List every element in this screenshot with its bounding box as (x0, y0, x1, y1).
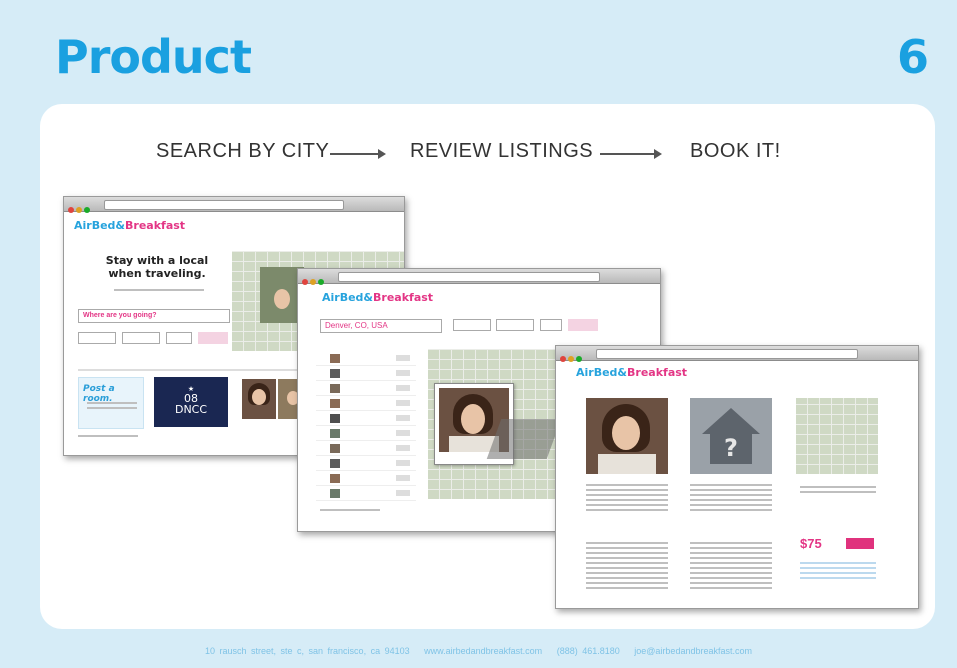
brand-logo: AirBed&Breakfast (74, 219, 186, 232)
guests-field[interactable] (166, 332, 192, 344)
host-photo (586, 398, 668, 474)
post-room-box[interactable]: Post a room. (78, 377, 144, 429)
guests-field[interactable] (540, 319, 562, 331)
svg-text:?: ? (724, 434, 738, 462)
footer-address: 10 rausch street, ste c, san francisco, … (205, 646, 410, 656)
house-placeholder-icon: ? (690, 398, 772, 474)
dnc-banner[interactable]: ★ 08 DNCC (154, 377, 228, 427)
city-input[interactable]: Denver, CO, USA (320, 319, 442, 333)
list-item[interactable] (316, 441, 416, 456)
host-photo (242, 379, 276, 419)
list-item[interactable] (316, 471, 416, 486)
list-item[interactable] (316, 486, 416, 501)
search-button[interactable] (568, 319, 598, 331)
list-item[interactable] (316, 351, 416, 366)
list-item[interactable] (316, 456, 416, 471)
browser-chrome (64, 197, 404, 213)
arrow-icon (330, 149, 386, 159)
step-book-it: BOOK IT! (690, 140, 781, 162)
list-item[interactable] (316, 411, 416, 426)
brand-logo: AirBed&Breakfast (576, 366, 688, 379)
list-item[interactable] (316, 426, 416, 441)
footer-website[interactable]: www.airbedandbreakfast.com (424, 646, 542, 656)
location-map[interactable] (796, 398, 878, 474)
slide-number: 6 (896, 30, 929, 84)
home-tagline: Stay with a local when traveling. (105, 254, 209, 280)
footer-phone: (888) 461.8180 (556, 646, 620, 656)
slide-title: Product (55, 30, 252, 84)
footer-contact: 10 rausch street, ste c, san francisco, … (0, 646, 957, 656)
checkin-field[interactable] (78, 332, 116, 344)
process-steps: SEARCH BY CITY REVIEW LISTINGS BOOK IT! (0, 140, 957, 170)
browser-chrome (556, 346, 918, 362)
list-item[interactable] (316, 366, 416, 381)
search-button[interactable] (198, 332, 228, 344)
results-list (316, 351, 416, 501)
checkout-field[interactable] (496, 319, 534, 331)
screenshot-listing-detail: AirBed&Breakfast ? $75 (555, 345, 919, 609)
list-item[interactable] (316, 381, 416, 396)
footer-email[interactable]: joe@airbedandbreakfast.com (634, 646, 752, 656)
checkin-field[interactable] (453, 319, 491, 331)
brand-logo: AirBed&Breakfast (322, 291, 434, 304)
step-search-by-city: SEARCH BY CITY (156, 140, 330, 162)
checkout-field[interactable] (122, 332, 160, 344)
arrow-icon (600, 149, 662, 159)
browser-chrome (298, 269, 660, 285)
book-it-button[interactable] (846, 538, 874, 549)
step-review-listings: REVIEW LISTINGS (410, 140, 594, 162)
listing-price: $75 (800, 536, 822, 551)
list-item[interactable] (316, 396, 416, 411)
search-input[interactable]: Where are you going? (78, 309, 230, 323)
